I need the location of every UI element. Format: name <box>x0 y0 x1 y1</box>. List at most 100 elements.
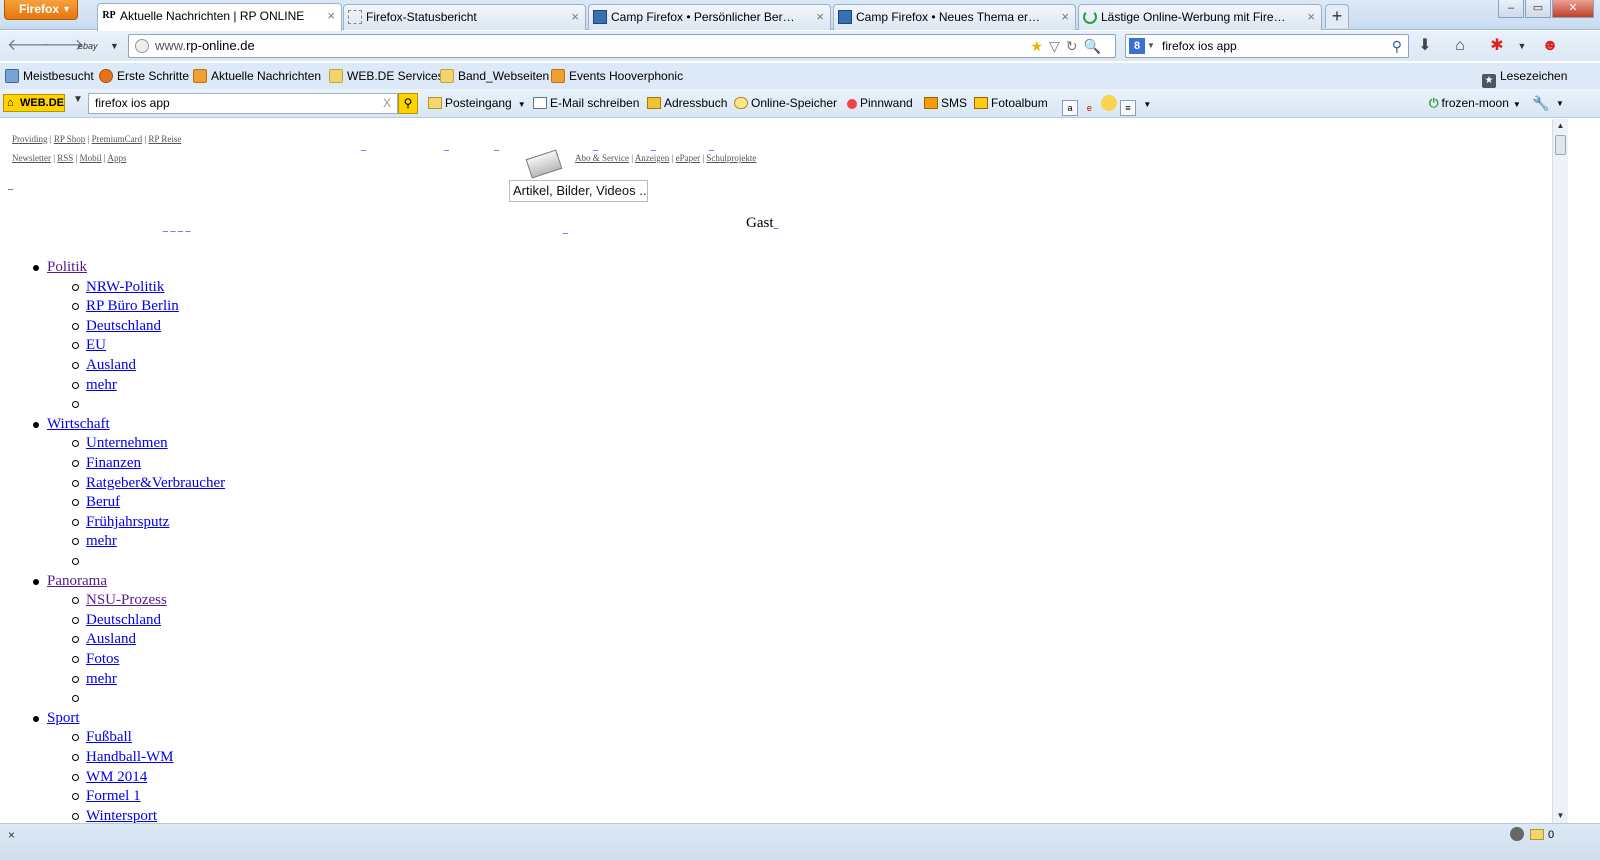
bookmark-webde-services[interactable]: WEB.DE Services <box>329 63 444 89</box>
weather-icon[interactable] <box>1100 95 1117 111</box>
empty-link[interactable]: _ <box>361 141 366 152</box>
submenu-link[interactable]: Formel 1 <box>86 788 141 804</box>
submenu-link[interactable]: Frühjahrsputz <box>86 514 169 530</box>
menu-category-link[interactable]: Sport <box>47 710 80 726</box>
scroll-down-icon[interactable]: ▼ <box>1553 809 1568 823</box>
link-apps[interactable]: Apps <box>107 153 126 163</box>
link-newsletter[interactable]: Newsletter <box>12 153 51 163</box>
site-search-input[interactable]: Artikel, Bilder, Videos ... <box>509 180 648 202</box>
webde-email-schreiben[interactable]: E-Mail schreiben <box>533 89 639 118</box>
submenu-link[interactable]: Deutschland <box>86 612 161 628</box>
submenu-link[interactable]: Beruf <box>86 494 120 510</box>
tab-firefox-statusbericht[interactable]: Firefox-Statusbericht × <box>343 4 586 30</box>
forward-arrow-icon[interactable]: 🡒 <box>41 35 84 57</box>
submenu-link[interactable]: NRW-Politik <box>86 279 164 295</box>
link-premiumcard[interactable]: PremiumCard <box>92 134 143 144</box>
tab-rp-online[interactable]: RP Aktuelle Nachrichten | RP ONLINE × <box>97 3 342 31</box>
bookmarks-menu-button[interactable]: ★ Lesezeichen <box>1482 63 1567 89</box>
webde-logo-button[interactable]: ⌂ WEB.DE <box>3 94 65 112</box>
link-anzeigen[interactable]: Anzeigen <box>635 153 669 163</box>
clear-icon[interactable]: X <box>383 94 391 113</box>
user-login-link[interactable]: Gast_ <box>746 215 779 232</box>
menu-category-link[interactable]: Politik <box>47 259 87 275</box>
tab-camp-firefox-thema[interactable]: Camp Firefox • Neues Thema erstellen × <box>833 4 1076 30</box>
close-icon[interactable]: × <box>816 5 824 29</box>
link-schulprojekte[interactable]: Schulprojekte <box>706 153 756 163</box>
close-icon[interactable]: × <box>571 5 579 29</box>
empty-link[interactable]: _ <box>8 180 13 191</box>
webde-search-button[interactable]: ⚲ <box>398 93 418 114</box>
mail-icon[interactable] <box>1530 829 1544 840</box>
fritz-icon[interactable]: ✱ <box>1486 35 1508 57</box>
bookmark-band-webseiten[interactable]: Band_Webseiten <box>440 63 549 89</box>
scroll-thumb[interactable] <box>1555 135 1566 155</box>
home-icon[interactable]: ⌂ <box>1449 35 1471 57</box>
empty-link[interactable]: _ <box>444 141 449 152</box>
submenu-link[interactable]: Ausland <box>86 357 136 373</box>
minimize-button[interactable]: – <box>1498 0 1524 18</box>
empty-link[interactable]: _ <box>709 141 714 152</box>
submenu-link[interactable]: Handball-WM <box>86 749 173 765</box>
webde-online-speicher[interactable]: Online-Speicher <box>734 89 837 118</box>
submenu-link[interactable]: RP Büro Berlin <box>86 298 179 314</box>
search-icon[interactable]: 🔍 <box>1084 38 1107 54</box>
chevron-down-icon[interactable]: ▼ <box>1511 35 1533 57</box>
empty-link[interactable]: _ <box>651 141 656 152</box>
submenu-link[interactable]: mehr <box>86 671 117 687</box>
scroll-up-icon[interactable]: ▲ <box>1553 119 1568 133</box>
empty-link[interactable]: _ <box>593 141 598 152</box>
webde-adressbuch[interactable]: Adressbuch <box>647 89 727 118</box>
tab-online-werbung[interactable]: Lästige Online-Werbung mit Firefox a... … <box>1078 4 1322 30</box>
webde-fotoalbum[interactable]: Fotoalbum <box>974 89 1048 118</box>
maximize-button[interactable]: ▭ <box>1525 0 1551 18</box>
webde-posteingang[interactable]: Posteingang ▼ <box>428 89 526 118</box>
search-icon[interactable]: ⚲ <box>1392 35 1402 57</box>
empty-links-group[interactable]: _ _ _ _ <box>163 222 191 233</box>
submenu-link[interactable]: Unternehmen <box>86 435 168 451</box>
close-icon[interactable]: × <box>1061 5 1069 29</box>
submenu-link[interactable]: Ratgeber&Verbraucher <box>86 475 225 491</box>
submenu-link[interactable]: Deutschland <box>86 318 161 334</box>
bookmark-meistbesucht[interactable]: Meistbesucht <box>5 63 94 89</box>
chevron-down-icon[interactable]: ▼ <box>73 94 83 105</box>
link-mobil[interactable]: Mobil <box>80 153 102 163</box>
window-close-button[interactable]: ✕ <box>1552 0 1594 18</box>
vertical-scrollbar[interactable]: ▲ ▼ <box>1552 119 1568 823</box>
submenu-link[interactable]: EU <box>86 337 106 353</box>
submenu-link[interactable]: WM 2014 <box>86 769 147 785</box>
link-epaper[interactable]: ePaper <box>676 153 701 163</box>
url-bar[interactable]: www.rp-online.de ★▽↻🔍 <box>128 34 1116 58</box>
site-identity-button[interactable]: ebay ▼ <box>78 37 122 55</box>
webde-user-menu[interactable]: ⏻ frozen-moon ▼ <box>1429 89 1521 118</box>
submenu-link[interactable]: mehr <box>86 377 117 393</box>
menu-category-link[interactable]: Wirtschaft <box>47 416 110 432</box>
menu-category-link[interactable]: Panorama <box>47 573 107 589</box>
webde-pinnwand[interactable]: Pinnwand <box>847 89 913 118</box>
submenu-link[interactable]: NSU-Prozess <box>86 592 167 608</box>
epaper-newspaper-icon[interactable] <box>525 149 563 179</box>
addon-face-icon[interactable]: ☻ <box>1539 35 1561 57</box>
empty-link[interactable]: _ <box>563 224 568 235</box>
wrench-icon[interactable]: 🔧 <box>1532 89 1549 118</box>
link-rp-reise[interactable]: RP Reise <box>148 134 181 144</box>
firefox-menu-button[interactable]: Firefox ▼ <box>4 0 78 20</box>
chevron-down-icon[interactable]: ▼ <box>1143 100 1151 109</box>
search-engine-icon[interactable]: 8 <box>1129 38 1145 54</box>
search-bar[interactable]: 8 ▼ firefox ios app ⚲ <box>1125 34 1409 58</box>
chevron-down-icon[interactable]: ▼ <box>1147 35 1155 57</box>
submenu-link[interactable]: Finanzen <box>86 455 141 471</box>
ebay-icon[interactable]: e <box>1081 101 1097 117</box>
webde-sms[interactable]: SMS <box>924 89 967 118</box>
submenu-link[interactable]: mehr <box>86 533 117 549</box>
link-abo-service[interactable]: Abo & Service <box>575 153 629 163</box>
submenu-link[interactable]: Fußball <box>86 729 132 745</box>
close-icon[interactable]: × <box>8 828 15 842</box>
reload-icon[interactable]: ↻ <box>1066 38 1084 54</box>
chevron-down-icon[interactable]: ▼ <box>1513 100 1521 109</box>
back-arrow-icon[interactable]: 🡐 <box>7 35 50 57</box>
chevron-down-icon[interactable]: ▽ <box>1049 38 1066 54</box>
link-rp-shop[interactable]: RP Shop <box>54 134 85 144</box>
tab-camp-firefox-bereich[interactable]: Camp Firefox • Persönlicher Bereich •...… <box>588 4 831 30</box>
chevron-down-icon[interactable]: ▼ <box>518 100 526 109</box>
new-tab-button[interactable]: + <box>1325 4 1349 28</box>
